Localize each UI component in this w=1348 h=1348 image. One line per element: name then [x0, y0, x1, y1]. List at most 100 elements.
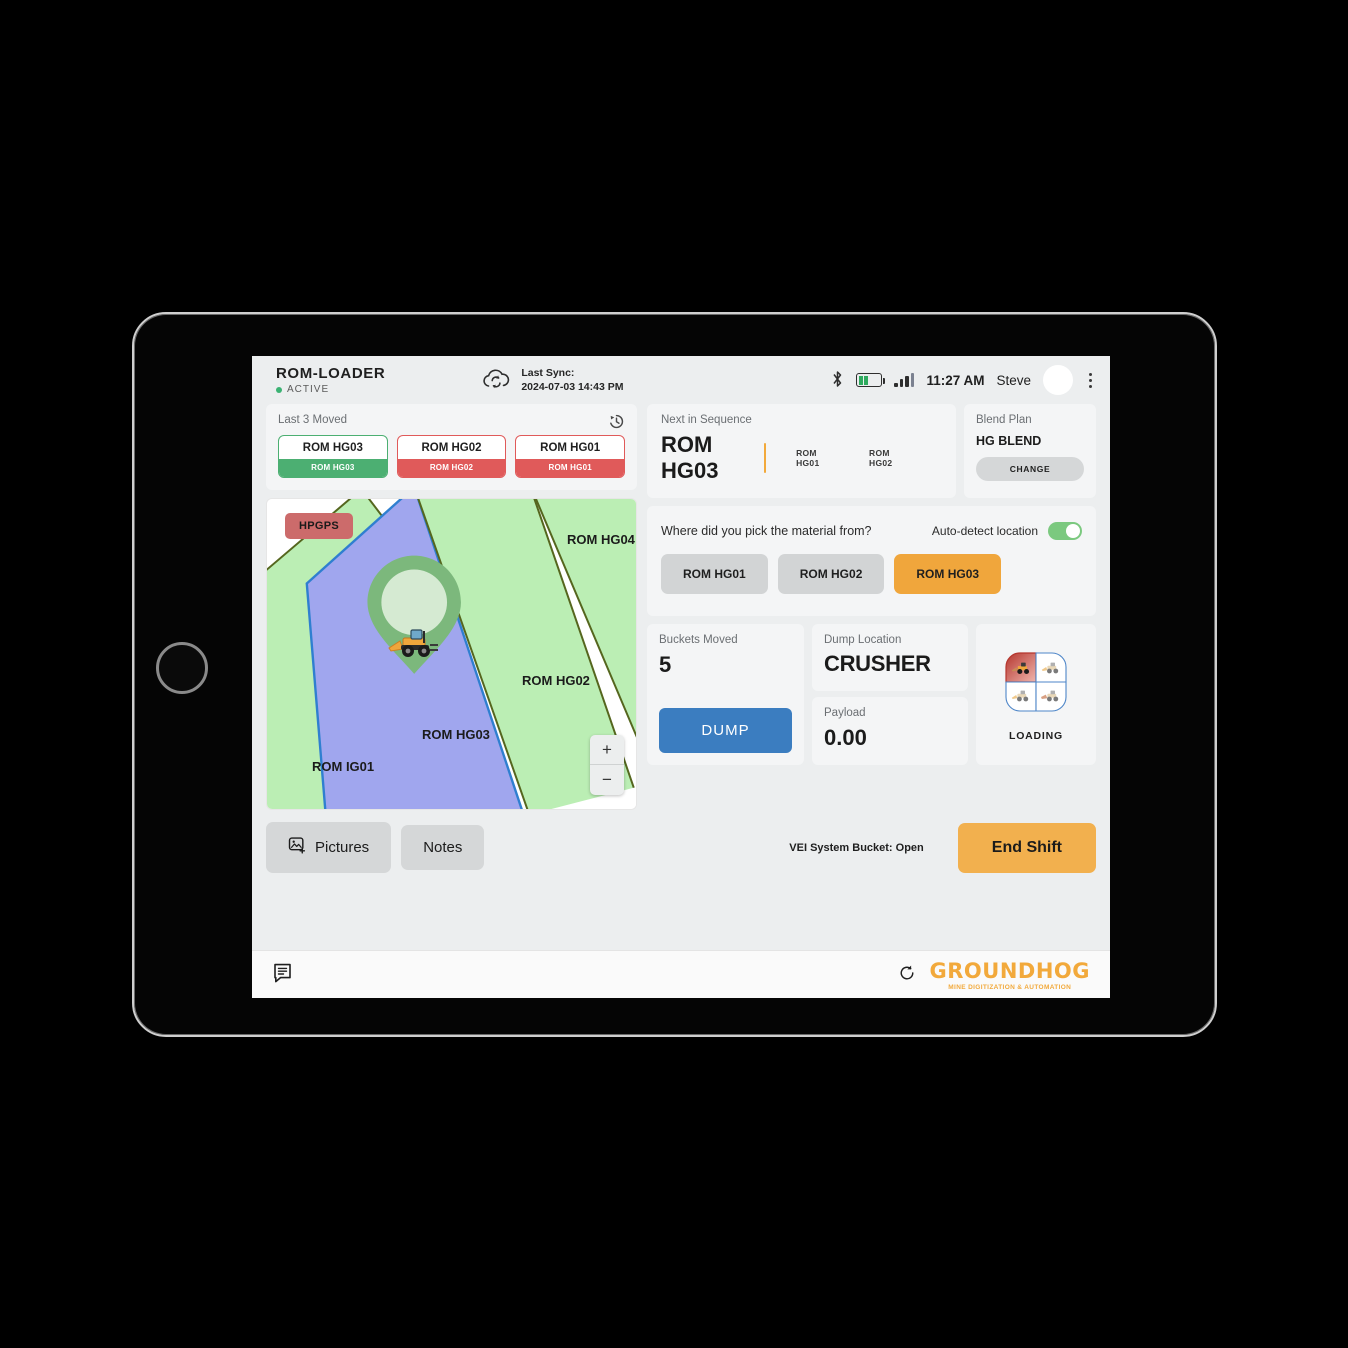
notes-button[interactable]: Notes — [401, 825, 485, 870]
next-in-sequence-card: Next in Sequence ROM HG03 ROM HG01 ROM H… — [647, 404, 956, 498]
right-column: Next in Sequence ROM HG03 ROM HG01 ROM H… — [647, 404, 1096, 810]
blend-plan-card: Blend Plan HG BLEND CHANGE — [964, 404, 1096, 498]
moved-chip-sub: ROM HG01 — [516, 459, 625, 477]
bluetooth-icon — [831, 370, 844, 391]
cloud-sync-icon[interactable] — [481, 367, 511, 394]
refresh-icon[interactable] — [898, 964, 916, 985]
moved-chip-title: ROM HG03 — [302, 442, 363, 454]
buckets-moved-card: Buckets Moved 5 DUMP — [647, 624, 804, 765]
tablet-screen: ROM-LOADER ACTIVE Last Sync: 2024-07-03 … — [252, 356, 1110, 998]
tablet-home-button[interactable] — [156, 642, 208, 694]
moved-chip-title: ROM HG01 — [540, 442, 601, 454]
map-label-hg04: ROM HG04 — [567, 532, 635, 547]
status-icons: 11:27 AM Steve — [831, 365, 1096, 395]
auto-detect-label: Auto-detect location — [931, 524, 1038, 538]
next-in-sequence-value: ROM HG03 — [661, 432, 719, 483]
pick-material-options: ROM HG01 ROM HG02 ROM HG03 — [661, 554, 1082, 594]
dump-location-card[interactable]: Dump Location CRUSHER — [812, 624, 968, 691]
clock: 11:27 AM — [926, 372, 985, 388]
map-zoom-controls[interactable]: + − — [590, 735, 624, 795]
moved-chip-sub: ROM HG02 — [397, 459, 506, 477]
map-label-hg03: ROM HG03 — [422, 727, 490, 742]
payload-label: Payload — [824, 707, 866, 719]
last-sync-text: Last Sync: 2024-07-03 14:43 PM — [521, 366, 623, 394]
pick-option-rom-hg03[interactable]: ROM HG03 — [894, 554, 1002, 594]
blend-plan-label: Blend Plan — [976, 414, 1032, 426]
next-in-sequence-body: ROM HG03 ROM HG01 ROM HG02 — [661, 432, 942, 484]
add-image-icon — [288, 836, 307, 859]
hpgps-badge[interactable]: HPGPS — [285, 513, 354, 539]
map-label-hg02: ROM HG02 — [522, 673, 590, 688]
main-content: Last 3 Moved ROM HG03 ROM HG03 ROM HG02 … — [252, 404, 1110, 810]
pick-material-card: Where did you pick the material from? Au… — [647, 506, 1096, 616]
groundhog-logo-text: GROUNDHOG — [929, 958, 1090, 983]
last-3-moved-label: Last 3 Moved — [278, 414, 348, 426]
cycle-quadrant-icon — [1002, 649, 1070, 718]
left-column: Last 3 Moved ROM HG03 ROM HG03 ROM HG02 … — [266, 404, 637, 810]
avatar[interactable] — [1043, 365, 1073, 395]
kebab-menu-icon[interactable] — [1085, 371, 1096, 390]
last-3-moved-card: Last 3 Moved ROM HG03 ROM HG03 ROM HG02 … — [266, 404, 637, 490]
app-status-label: ACTIVE — [287, 384, 330, 395]
next-in-sequence-label: Next in Sequence — [661, 414, 752, 426]
pick-material-header: Where did you pick the material from? Au… — [661, 522, 1082, 540]
moved-chip[interactable]: ROM HG02 ROM HG02 — [396, 435, 507, 478]
notes-button-label: Notes — [423, 839, 463, 856]
pictures-button[interactable]: Pictures — [266, 822, 392, 873]
chat-message-icon[interactable] — [272, 961, 296, 988]
map-label-ig01: ROM IG01 — [312, 759, 375, 774]
pictures-button-label: Pictures — [315, 839, 370, 856]
groundhog-logo: GROUNDHOG MINE DIGITIZATION & AUTOMATION — [930, 959, 1090, 991]
last-sync-label: Last Sync: — [521, 366, 575, 379]
action-bar: Pictures Notes VEI System Bucket: Open E… — [252, 810, 1110, 873]
metrics-row: Buckets Moved 5 DUMP Dump Location CRUSH… — [647, 624, 1096, 765]
last-sync-group[interactable]: Last Sync: 2024-07-03 14:43 PM — [481, 366, 623, 394]
moved-chip[interactable]: ROM HG01 ROM HG01 — [515, 435, 626, 478]
last-3-moved-chips: ROM HG03 ROM HG03 ROM HG02 ROM HG02 ROM … — [278, 435, 626, 478]
site-map[interactable]: HPGPS ROM HG04 ROM HG02 ROM HG03 ROM IG0… — [266, 498, 637, 810]
map-zoom-out-button[interactable]: − — [590, 765, 624, 795]
end-shift-button[interactable]: End Shift — [957, 822, 1096, 873]
vei-system-status: VEI System Bucket: Open — [789, 841, 924, 854]
footer-bar: GROUNDHOG MINE DIGITIZATION & AUTOMATION — [252, 950, 1110, 998]
cycle-state-label: LOADING — [1008, 730, 1063, 742]
dump-location-label: Dump Location — [824, 634, 902, 646]
sequence-upcoming-1: ROM HG01 — [796, 448, 820, 468]
battery-icon — [856, 373, 886, 387]
groundhog-logo-tagline: MINE DIGITIZATION & AUTOMATION — [948, 983, 1072, 991]
buckets-moved-value: 5 — [659, 652, 672, 677]
pick-option-rom-hg02[interactable]: ROM HG02 — [777, 554, 885, 594]
footer-right-group: GROUNDHOG MINE DIGITIZATION & AUTOMATION — [898, 959, 1090, 991]
tablet-device-frame: ROM-LOADER ACTIVE Last Sync: 2024-07-03 … — [132, 312, 1217, 1037]
sequence-divider — [763, 443, 767, 473]
moved-chip[interactable]: ROM HG03 ROM HG03 — [278, 435, 388, 478]
last-sync-time: 2024-07-03 14:43 PM — [521, 381, 624, 393]
buckets-moved-label: Buckets Moved — [659, 634, 738, 646]
signal-icon — [894, 373, 915, 387]
payload-card: Payload 0.00 — [812, 697, 968, 765]
history-icon[interactable] — [608, 413, 625, 433]
status-dot-icon — [276, 386, 282, 393]
app-title: ROM-LOADER — [276, 365, 386, 382]
app-identity: ROM-LOADER ACTIVE — [276, 365, 385, 395]
user-name[interactable]: Steve — [996, 373, 1031, 388]
cycle-state-card[interactable]: LOADING — [976, 624, 1096, 765]
dump-column: Dump Location CRUSHER Payload 0.00 — [812, 624, 968, 765]
moved-chip-title: ROM HG02 — [421, 442, 482, 454]
status-bar: ROM-LOADER ACTIVE Last Sync: 2024-07-03 … — [252, 356, 1110, 404]
dump-button[interactable]: DUMP — [659, 708, 792, 753]
map-zoom-in-button[interactable]: + — [590, 735, 624, 765]
payload-value: 0.00 — [824, 725, 867, 750]
blend-plan-value: HG BLEND — [976, 434, 1042, 448]
sequence-row: Next in Sequence ROM HG03 ROM HG01 ROM H… — [647, 404, 1096, 498]
auto-detect-group[interactable]: Auto-detect location — [932, 522, 1082, 540]
wheel-loader-icon — [387, 626, 443, 660]
pick-material-question: Where did you pick the material from? — [661, 524, 872, 538]
app-status: ACTIVE — [276, 384, 385, 395]
dump-location-value: CRUSHER — [824, 651, 931, 676]
sequence-upcoming-2: ROM HG02 — [869, 448, 893, 468]
auto-detect-toggle[interactable] — [1048, 522, 1082, 540]
blend-plan-change-button[interactable]: CHANGE — [976, 457, 1084, 481]
pick-option-rom-hg01[interactable]: ROM HG01 — [661, 554, 768, 594]
moved-chip-sub: ROM HG03 — [279, 459, 387, 477]
